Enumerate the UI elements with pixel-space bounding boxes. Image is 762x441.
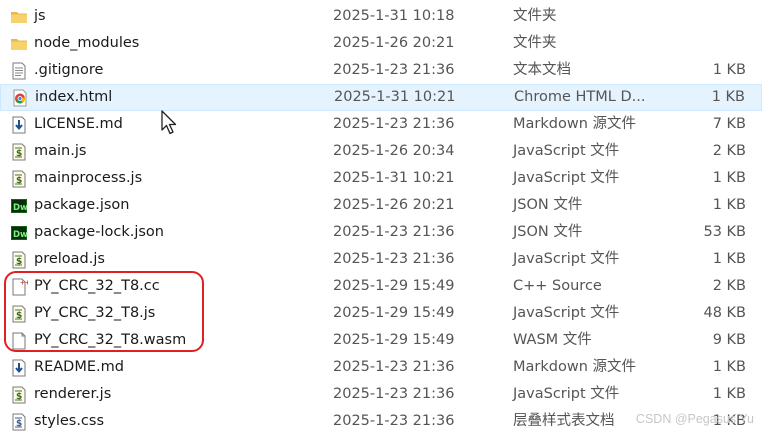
file-type: 文件夹 xyxy=(513,8,557,24)
file-name: main.js xyxy=(34,143,87,159)
svg-text:Dw: Dw xyxy=(13,203,28,213)
file-type: JSON 文件 xyxy=(513,224,583,240)
mouse-cursor-icon xyxy=(161,110,177,135)
file-type: Chrome HTML D... xyxy=(514,89,646,105)
file-type: Markdown 源文件 xyxy=(513,116,636,132)
file-row[interactable]: Dw package.json 2025-1-26 20:21 JSON 文件 1 KB xyxy=(0,192,762,219)
file-row[interactable]: index.html 2025-1-31 10:21 Chrome HTML D..… xyxy=(0,84,762,111)
file-size: 1 KB xyxy=(711,89,745,105)
svg-text:Dw: Dw xyxy=(13,230,28,240)
file-name: .gitignore xyxy=(34,62,104,78)
file-type: WASM 文件 xyxy=(513,332,592,348)
file-row[interactable]: $ main.js 2025-1-26 20:34 JavaScript 文件 2 KB xyxy=(0,138,762,165)
file-date-modified: 2025-1-23 21:36 xyxy=(333,359,455,375)
markdown-icon xyxy=(10,116,28,134)
file-size: 1 KB xyxy=(712,251,746,267)
file-size: 2 KB xyxy=(712,278,746,294)
file-date-modified: 2025-1-23 21:36 xyxy=(333,62,455,78)
file-date-modified: 2025-1-26 20:34 xyxy=(333,143,455,159)
file-type: JavaScript 文件 xyxy=(513,305,620,321)
file-type: 文件夹 xyxy=(513,35,557,51)
file-date-modified: 2025-1-23 21:36 xyxy=(333,413,455,429)
file-row[interactable]: $ preload.js 2025-1-23 21:36 JavaScript 文件 1… xyxy=(0,246,762,273)
file-date-modified: 2025-1-29 15:49 xyxy=(333,332,455,348)
file-row[interactable]: $ mainprocess.js 2025-1-31 10:21 JavaScript… xyxy=(0,165,762,192)
file-type: Markdown 源文件 xyxy=(513,359,636,375)
javascript-file-icon: $ xyxy=(10,143,28,161)
file-list: js 2025-1-31 10:18 文件夹 node_modules 2025-1-2… xyxy=(0,3,762,435)
file-date-modified: 2025-1-31 10:18 xyxy=(333,8,455,24)
javascript-file-icon: $ xyxy=(10,251,28,269)
file-size: 1 KB xyxy=(712,62,746,78)
highlight-box xyxy=(4,271,204,352)
file-row[interactable]: Dw package-lock.json 2025-1-23 21:36 JSON 文… xyxy=(0,219,762,246)
file-row[interactable]: README.md 2025-1-23 21:36 Markdown 源文件 1 KB xyxy=(0,354,762,381)
svg-text:$: $ xyxy=(16,149,22,159)
file-name: mainprocess.js xyxy=(34,170,143,186)
file-date-modified: 2025-1-29 15:49 xyxy=(333,305,455,321)
folder-icon xyxy=(10,35,28,53)
javascript-file-icon: $ xyxy=(10,386,28,404)
file-size: 9 KB xyxy=(712,332,746,348)
file-type: JavaScript 文件 xyxy=(513,170,620,186)
file-row[interactable]: node_modules 2025-1-26 20:21 文件夹 xyxy=(0,30,762,57)
file-row[interactable]: .gitignore 2025-1-23 21:36 文本文档 1 KB xyxy=(0,57,762,84)
file-size: 1 KB xyxy=(712,170,746,186)
file-date-modified: 2025-1-29 15:49 xyxy=(333,278,455,294)
file-row[interactable]: LICENSE.md 2025-1-23 21:36 Markdown 源文件 7 K… xyxy=(0,111,762,138)
file-type: 文本文档 xyxy=(513,62,571,78)
file-type: JSON 文件 xyxy=(513,197,583,213)
file-row[interactable]: $ renderer.js 2025-1-23 21:36 JavaScript 文件… xyxy=(0,381,762,408)
watermark: CSDN @Pegasus Yu xyxy=(635,412,754,426)
file-size: 53 KB xyxy=(703,224,746,240)
text-file-icon xyxy=(10,62,28,80)
file-date-modified: 2025-1-23 21:36 xyxy=(333,224,455,240)
chrome-icon xyxy=(11,89,29,107)
dreamweaver-icon: Dw xyxy=(10,197,28,215)
file-size: 7 KB xyxy=(712,116,746,132)
file-date-modified: 2025-1-31 10:21 xyxy=(334,89,456,105)
file-name: LICENSE.md xyxy=(34,116,123,132)
folder-icon xyxy=(10,8,28,26)
file-name: preload.js xyxy=(34,251,105,267)
file-size: 1 KB xyxy=(712,386,746,402)
file-name: node_modules xyxy=(34,35,140,51)
markdown-icon xyxy=(10,359,28,377)
file-type: JavaScript 文件 xyxy=(513,251,620,267)
file-name: index.html xyxy=(35,89,113,105)
file-name: js xyxy=(34,8,46,24)
css-file-icon: $ xyxy=(10,413,28,431)
file-size: 2 KB xyxy=(712,143,746,159)
file-date-modified: 2025-1-23 21:36 xyxy=(333,116,455,132)
file-date-modified: 2025-1-26 20:21 xyxy=(333,35,455,51)
file-size: 1 KB xyxy=(712,359,746,375)
file-date-modified: 2025-1-31 10:21 xyxy=(333,170,455,186)
file-size: 48 KB xyxy=(703,305,746,321)
svg-text:$: $ xyxy=(16,257,22,267)
file-date-modified: 2025-1-23 21:36 xyxy=(333,386,455,402)
svg-text:$: $ xyxy=(16,176,22,186)
file-row[interactable]: js 2025-1-31 10:18 文件夹 xyxy=(0,3,762,30)
javascript-file-icon: $ xyxy=(10,170,28,188)
file-name: package-lock.json xyxy=(34,224,164,240)
dreamweaver-icon: Dw xyxy=(10,224,28,242)
file-name: README.md xyxy=(34,359,124,375)
file-date-modified: 2025-1-23 21:36 xyxy=(333,251,455,267)
svg-text:$: $ xyxy=(16,419,22,429)
file-size: 1 KB xyxy=(712,197,746,213)
file-name: renderer.js xyxy=(34,386,112,402)
file-type: JavaScript 文件 xyxy=(513,143,620,159)
file-name: styles.css xyxy=(34,413,105,429)
svg-text:$: $ xyxy=(16,392,22,402)
file-type: 层叠样式表文档 xyxy=(513,413,615,429)
file-type: JavaScript 文件 xyxy=(513,386,620,402)
file-name: package.json xyxy=(34,197,130,213)
file-date-modified: 2025-1-26 20:21 xyxy=(333,197,455,213)
file-type: C++ Source xyxy=(513,278,602,294)
